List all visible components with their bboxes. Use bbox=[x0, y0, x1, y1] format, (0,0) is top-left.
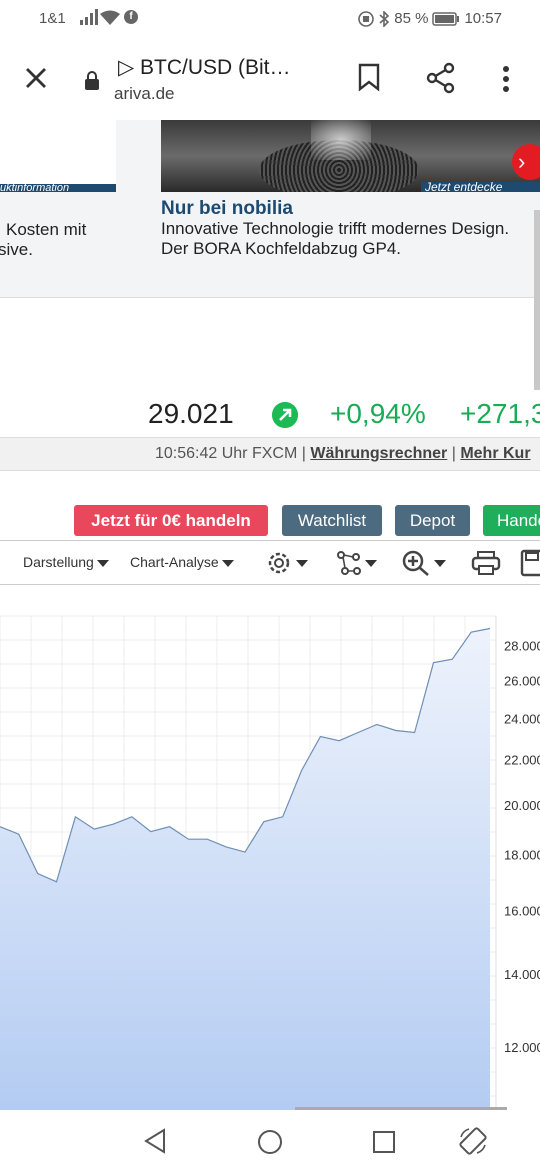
ad-desc-line1: Innovative Technologie trifft modernes D… bbox=[161, 219, 510, 238]
url-host[interactable]: ariva.de bbox=[114, 84, 174, 104]
battery-percent: 85 % bbox=[394, 10, 429, 27]
chart-analyse-label: Chart-Analyse bbox=[130, 554, 219, 570]
back-icon[interactable] bbox=[142, 1128, 168, 1154]
chevron-down-icon bbox=[365, 559, 377, 567]
recents-icon[interactable] bbox=[372, 1130, 396, 1154]
signal-icon bbox=[80, 9, 98, 25]
y-tick-label: 18.000 bbox=[504, 848, 540, 863]
zoom-in-icon bbox=[402, 550, 429, 576]
change-percent: +0,94% bbox=[330, 398, 426, 429]
settings-icon bbox=[268, 552, 290, 574]
price-chart[interactable]: 28.000 26.000 24.000 22.000 20.000 18.000 16.0… bbox=[0, 586, 540, 1110]
ad-desc-line2: Der BORA Kochfeldabzug GP4. bbox=[161, 239, 402, 258]
close-icon[interactable] bbox=[22, 64, 50, 92]
status-right: 85 % 10:57 bbox=[358, 10, 502, 27]
rotate-icon[interactable] bbox=[458, 1126, 488, 1156]
depot-button[interactable]: Depot bbox=[395, 505, 470, 536]
share-icon[interactable] bbox=[425, 62, 457, 94]
battery-icon bbox=[432, 11, 460, 26]
trend-up-icon bbox=[272, 402, 298, 428]
system-navbar bbox=[0, 1110, 540, 1170]
status-bar: 1&1 f 85 % 10:57 bbox=[0, 0, 540, 38]
y-tick-label: 28.000 bbox=[504, 639, 540, 654]
y-tick-label: 14.000 bbox=[504, 967, 540, 982]
chevron-down-icon bbox=[434, 559, 446, 567]
ad-left-strip: uktinformation bbox=[0, 184, 116, 192]
bluetooth-icon bbox=[379, 10, 390, 27]
quote-info-bar: 10:56:42 Uhr FXCM | Währungsrechner | Me… bbox=[0, 437, 540, 471]
ad-left-text[interactable]: Kosten mit sive. bbox=[0, 220, 87, 260]
facebook-icon: f bbox=[124, 10, 138, 24]
indicators-dropdown[interactable] bbox=[336, 549, 377, 577]
quote-meta: 10:56:42 Uhr FXCM | Währungsrechner | Me… bbox=[155, 445, 531, 463]
ad-left-line2: sive. bbox=[0, 240, 33, 259]
ad-scrollbar[interactable] bbox=[534, 210, 540, 390]
bookmark-icon[interactable] bbox=[356, 62, 382, 92]
watchlist-button[interactable]: Watchlist bbox=[282, 505, 382, 536]
ad-headline[interactable]: Nur bei nobilia bbox=[161, 198, 293, 220]
y-tick-label: 12.000 bbox=[504, 1040, 540, 1055]
chevron-down-icon bbox=[221, 559, 234, 567]
ad-description[interactable]: Innovative Technologie trifft modernes D… bbox=[161, 219, 509, 259]
y-tick-label: 26.000 bbox=[504, 674, 540, 689]
separator: | bbox=[301, 445, 306, 462]
darstellung-dropdown[interactable]: Darstellung bbox=[23, 554, 109, 570]
y-tick-label: 22.000 bbox=[504, 753, 540, 768]
print-icon[interactable] bbox=[471, 549, 501, 577]
home-icon[interactable] bbox=[256, 1128, 284, 1156]
chart-area bbox=[0, 628, 490, 1110]
y-tick-label: 24.000 bbox=[504, 712, 540, 727]
browser-toolbar: ▷ BTC/USD (Bit… ariva.de bbox=[0, 38, 540, 120]
ad-cooktop-image[interactable]: Jetzt entdecke bbox=[161, 120, 540, 192]
quote-time: 10:56:42 Uhr FXCM bbox=[155, 445, 298, 462]
change-absolute: +271,3 bbox=[460, 398, 540, 429]
zoom-dropdown[interactable] bbox=[401, 549, 446, 577]
chevron-down-icon bbox=[296, 559, 308, 567]
more-icon[interactable] bbox=[496, 64, 516, 94]
indicators-icon bbox=[337, 551, 361, 575]
page-title[interactable]: ▷ BTC/USD (Bit… bbox=[118, 55, 291, 80]
currency-converter-link[interactable]: Währungsrechner bbox=[310, 445, 447, 462]
chart-toolbar: Darstellung Chart-Analyse bbox=[0, 540, 540, 585]
clock: 10:57 bbox=[464, 10, 502, 27]
advertisement-banner[interactable]: uktinformation Kosten mit sive. Jetzt en… bbox=[0, 120, 540, 298]
ad-left-image[interactable] bbox=[0, 120, 116, 192]
steam-graphic bbox=[311, 120, 371, 160]
chevron-down-icon bbox=[96, 559, 109, 567]
ad-right-strip: Jetzt entdecke bbox=[421, 181, 540, 192]
price-value: 29.021 bbox=[148, 398, 234, 429]
ad-next-button[interactable]: › bbox=[512, 144, 540, 180]
ad-left-line1: Kosten mit bbox=[6, 220, 87, 239]
y-tick-label: 16.000 bbox=[504, 904, 540, 919]
wifi-icon bbox=[100, 10, 120, 25]
y-tick-label: 20.000 bbox=[504, 798, 540, 813]
nfc-icon bbox=[358, 10, 375, 27]
chart-analyse-dropdown[interactable]: Chart-Analyse bbox=[130, 554, 234, 570]
settings-dropdown[interactable] bbox=[265, 549, 308, 577]
lock-icon bbox=[85, 71, 99, 90]
carrier-label: 1&1 bbox=[39, 10, 66, 27]
separator: | bbox=[451, 445, 456, 462]
trade-button[interactable]: Jetzt für 0€ handeln bbox=[74, 505, 268, 536]
handel-button[interactable]: Handel bbox=[483, 505, 540, 536]
save-icon[interactable] bbox=[520, 549, 540, 577]
darstellung-label: Darstellung bbox=[23, 554, 94, 570]
more-quotes-link[interactable]: Mehr Kur bbox=[460, 445, 530, 462]
